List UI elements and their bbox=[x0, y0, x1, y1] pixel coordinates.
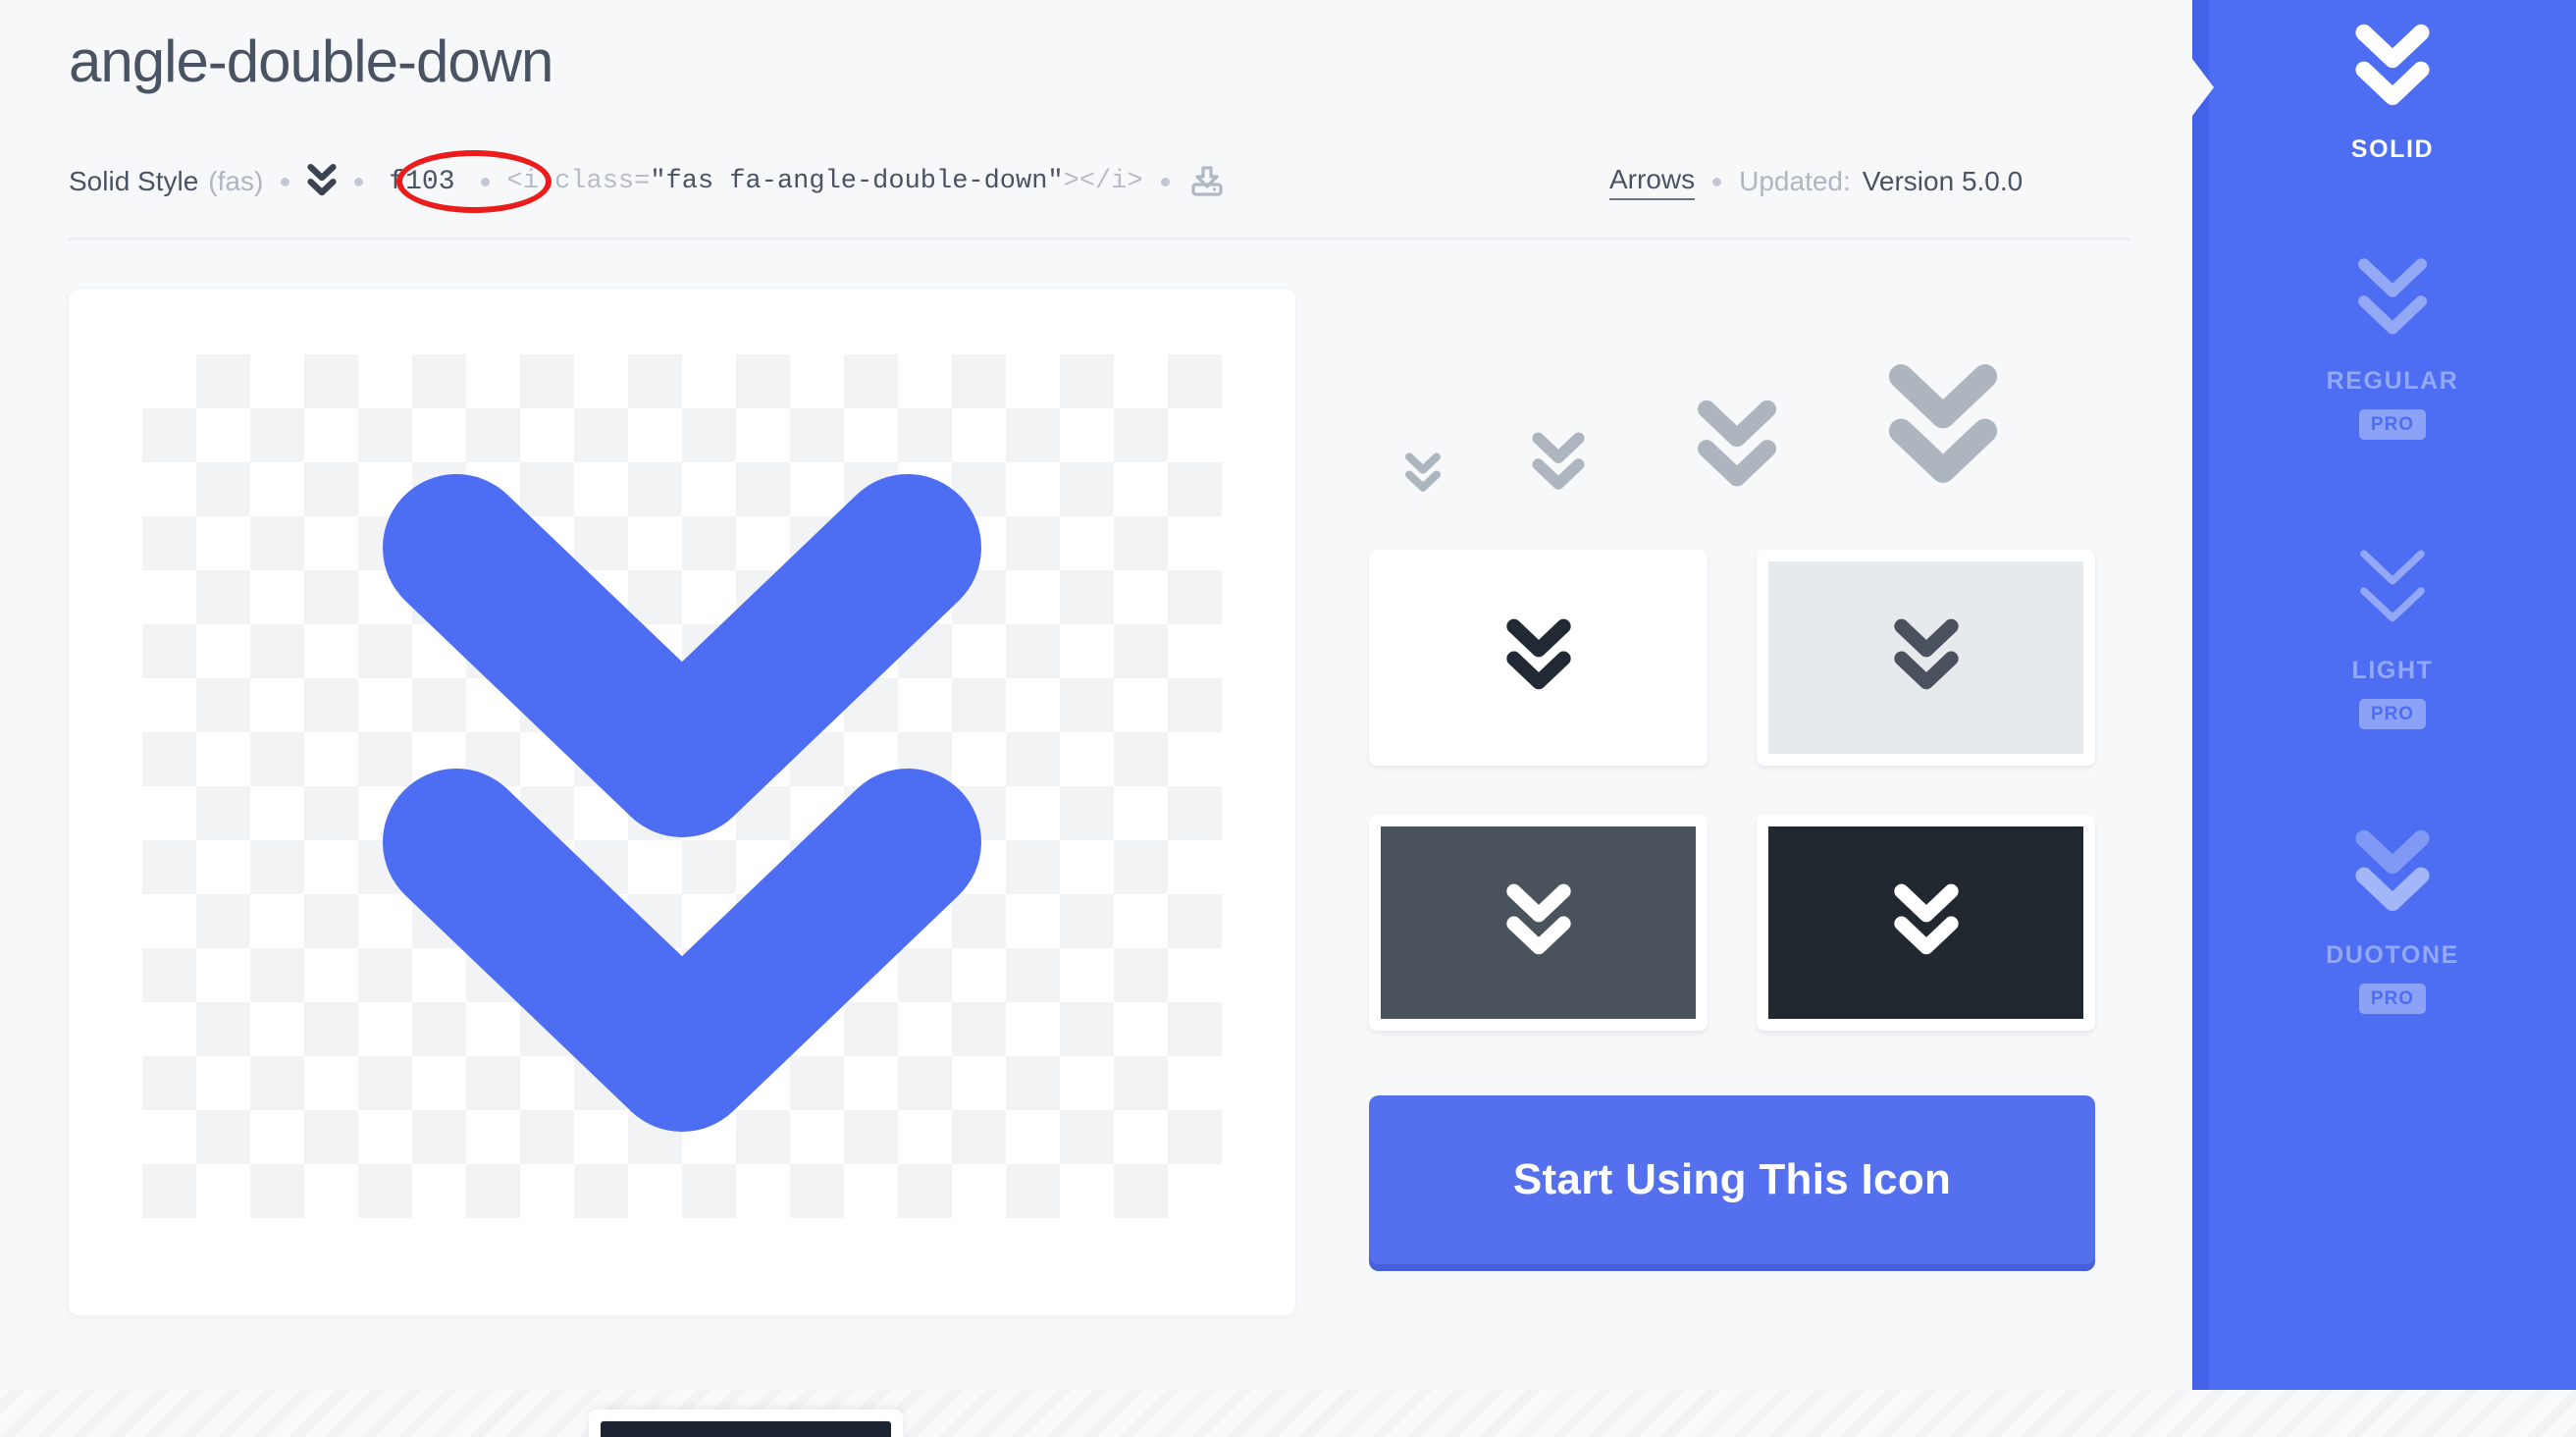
angle-double-down-icon bbox=[2360, 550, 2425, 622]
sidebar-edge bbox=[2192, 0, 2209, 1390]
size-sample-sm bbox=[1477, 432, 1639, 496]
style-sidebar: SOLID REGULAR PRO LIGHT PRO DUOTONE PRO bbox=[2192, 0, 2576, 1390]
angle-double-down-icon bbox=[1405, 452, 1441, 492]
style-prefix: (fas) bbox=[208, 166, 264, 196]
html-snippet-open: <i class= bbox=[506, 167, 651, 196]
angle-double-down-icon bbox=[1893, 883, 1959, 955]
page-title: angle-double-down bbox=[69, 28, 553, 94]
sidebar-item-solid[interactable]: SOLID bbox=[2209, 24, 2576, 164]
bottom-panel-bar bbox=[601, 1421, 891, 1437]
angle-double-down-icon bbox=[2355, 24, 2430, 106]
size-sample-xs bbox=[1369, 452, 1477, 496]
separator-dot bbox=[354, 177, 364, 186]
size-sample-md bbox=[1639, 399, 1835, 496]
style-label: Solid Style bbox=[69, 166, 199, 196]
separator-dot bbox=[480, 177, 490, 186]
sidebar-item-label: SOLID bbox=[2350, 135, 2435, 163]
swatch-white[interactable] bbox=[1369, 550, 1708, 766]
sidebar-item-light[interactable]: LIGHT PRO bbox=[2209, 545, 2576, 729]
angle-double-down-icon bbox=[2355, 829, 2430, 912]
icon-meta-right: Arrows Updated: Version 5.0.0 bbox=[1609, 155, 2023, 208]
sidebar-item-regular[interactable]: REGULAR PRO bbox=[2209, 255, 2576, 440]
swatch-inner bbox=[1381, 561, 1696, 754]
updated-version: Version 5.0.0 bbox=[1862, 166, 2024, 196]
color-swatch-grid bbox=[1369, 550, 2115, 1031]
main-content: angle-double-down Solid Style (fas) f103… bbox=[0, 0, 2192, 1390]
angle-double-down-icon bbox=[383, 473, 981, 1132]
download-icon[interactable] bbox=[1189, 164, 1225, 199]
bottom-panel bbox=[589, 1410, 903, 1437]
angle-double-down-icon bbox=[1505, 883, 1571, 955]
pro-badge: PRO bbox=[2358, 409, 2427, 440]
icon-size-row bbox=[1369, 290, 2115, 496]
separator-dot bbox=[1712, 177, 1722, 186]
sidebar-item-label: DUOTONE bbox=[2326, 941, 2459, 969]
sidebar-item-label: LIGHT bbox=[2351, 657, 2434, 684]
icon-preview-card bbox=[69, 290, 1295, 1315]
swatch-light-gray[interactable] bbox=[1757, 550, 2095, 766]
updated-label: Updated: bbox=[1739, 166, 1851, 196]
angle-double-down-icon bbox=[2357, 258, 2428, 335]
icon-showcase: Start Using This Icon bbox=[1369, 290, 2115, 1264]
unicode-value[interactable]: f103 bbox=[381, 167, 462, 197]
divider bbox=[69, 238, 2129, 240]
html-snippet-class: "fas fa-angle-double-down" bbox=[650, 167, 1064, 196]
angle-double-down-icon bbox=[1505, 618, 1571, 690]
pro-badge: PRO bbox=[2358, 984, 2427, 1014]
swatch-slate[interactable] bbox=[1369, 815, 1708, 1031]
pro-badge: PRO bbox=[2358, 699, 2427, 729]
start-using-this-icon-button[interactable]: Start Using This Icon bbox=[1369, 1095, 2095, 1264]
angle-double-down-icon bbox=[1888, 364, 1998, 483]
striped-band bbox=[0, 1390, 2576, 1437]
swatch-black[interactable] bbox=[1757, 815, 2095, 1031]
separator-dot bbox=[281, 177, 290, 186]
angle-double-down-icon bbox=[1697, 399, 1777, 487]
category-link[interactable]: Arrows bbox=[1609, 164, 1696, 200]
angle-double-down-icon bbox=[307, 164, 337, 199]
swatch-inner bbox=[1768, 826, 2083, 1019]
angle-double-down-icon bbox=[1531, 432, 1585, 490]
sidebar-item-label: REGULAR bbox=[2326, 367, 2459, 395]
separator-dot bbox=[1160, 177, 1170, 186]
swatch-inner bbox=[1768, 561, 2083, 754]
swatch-inner bbox=[1381, 826, 1696, 1019]
angle-double-down-icon bbox=[1893, 618, 1959, 690]
sidebar-item-duotone[interactable]: DUOTONE PRO bbox=[2209, 829, 2576, 1014]
html-snippet-close: ></i> bbox=[1063, 167, 1143, 196]
size-sample-lg bbox=[1835, 363, 2051, 496]
